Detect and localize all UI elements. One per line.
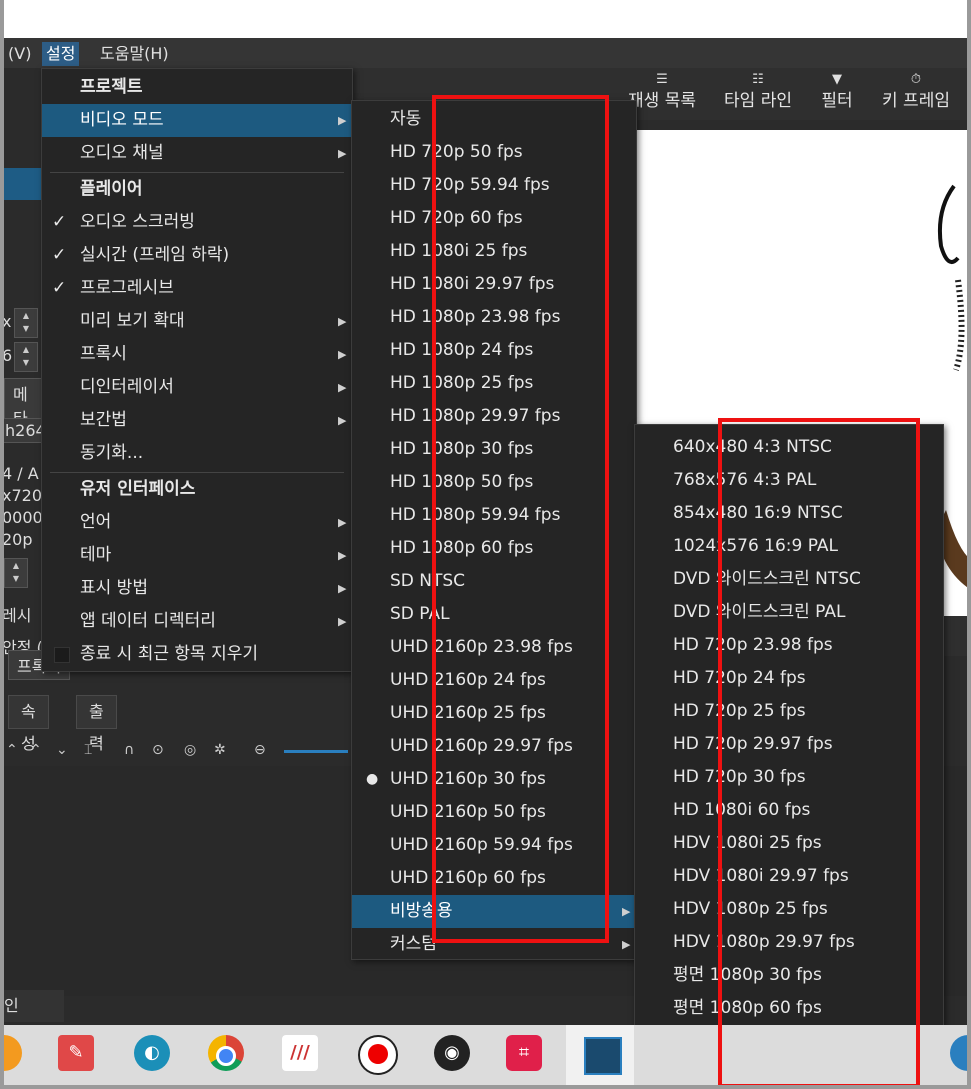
- annotation-box: [432, 95, 609, 943]
- menubar: (V) 설정 도움말(H): [0, 38, 971, 68]
- notes-app-icon[interactable]: ✎: [58, 1035, 94, 1071]
- chevron-down-icon[interactable]: ⌄: [56, 742, 68, 758]
- menu-item-realtime[interactable]: ✓ 실시간 (프레임 하락): [42, 239, 352, 272]
- ripple-icon[interactable]: ⊙: [152, 742, 164, 758]
- obs-icon[interactable]: ◉: [434, 1035, 470, 1071]
- menu-item-progressive[interactable]: ✓ 프로그레시브: [42, 272, 352, 305]
- list-icon: ☰: [656, 72, 668, 87]
- submenu-arrow-icon: ▶: [622, 938, 631, 951]
- annotation-box: [718, 418, 920, 1088]
- submenu-arrow-icon: ▶: [338, 315, 347, 328]
- menu-item-language[interactable]: 언어 ▶: [42, 506, 352, 539]
- menu-help[interactable]: 도움말(H): [96, 42, 173, 66]
- spin-stepper[interactable]: ▲ ▼: [14, 342, 38, 372]
- zoom-out-icon[interactable]: ⊖: [254, 742, 266, 758]
- magnet-icon[interactable]: ∩: [124, 742, 134, 758]
- selected-row[interactable]: [0, 168, 42, 200]
- submenu-arrow-icon: ▶: [338, 381, 347, 394]
- menu-settings[interactable]: 설정: [42, 42, 80, 66]
- tab-timeline[interactable]: 인: [0, 990, 64, 1022]
- submenu-arrow-icon: ▶: [338, 615, 347, 628]
- menu-section-player: 플레이어: [80, 179, 143, 199]
- radio-selected-icon: ●: [366, 771, 379, 787]
- codec-field[interactable]: h264: [0, 418, 46, 443]
- stopwatch-icon: ⏱: [910, 72, 922, 87]
- taskbar-active-app[interactable]: [566, 1025, 634, 1085]
- app-icon[interactable]: [950, 1035, 971, 1071]
- menu-item-clear-recent[interactable]: 종료 시 최근 항목 지우기: [42, 638, 352, 671]
- submenu-arrow-icon: ▶: [338, 582, 347, 595]
- menu-item-proxy[interactable]: 프록시 ▶: [42, 338, 352, 371]
- toolbar-timeline-button[interactable]: ☷ 타임 라인: [716, 68, 800, 120]
- submenu-arrow-icon: ▶: [338, 348, 347, 361]
- menu-section-ui: 유저 인터페이스: [80, 479, 196, 499]
- spin-stepper[interactable]: ▲ ▼: [14, 308, 38, 338]
- menu-section-project: 프로젝트: [80, 77, 143, 97]
- filter-icon: ▼: [832, 72, 842, 87]
- toolbar-keyframes-button[interactable]: ⏱ 키 프레임: [874, 68, 958, 120]
- settings-menu: 프로젝트 비디오 모드 ▶ 오디오 채널 ▶ 플레이어 ✓ 오디오 스크러빙 ✓ 실시간…: [41, 68, 353, 672]
- menu-item-preview-scaling[interactable]: 미리 보기 확대 ▶: [42, 305, 352, 338]
- submenu-arrow-icon: ▶: [622, 905, 631, 918]
- app-icon[interactable]: [0, 1035, 22, 1071]
- submenu-arrow-icon: ▶: [338, 414, 347, 427]
- submenu-arrow-icon: ▶: [338, 114, 347, 127]
- target-icon[interactable]: ◎: [184, 742, 196, 758]
- menu-item-audio-scrubbing[interactable]: ✓ 오디오 스크러빙: [42, 206, 352, 239]
- checkbox[interactable]: [54, 647, 70, 663]
- chevron-up-icon[interactable]: ⌃: [30, 742, 42, 758]
- zoom-slider[interactable]: [284, 750, 348, 753]
- menu-view[interactable]: (V): [4, 42, 35, 66]
- menu-item-video-mode[interactable]: 비디오 모드 ▶: [42, 104, 352, 137]
- editor-app-icon[interactable]: ///: [282, 1035, 318, 1071]
- record-icon[interactable]: [358, 1035, 398, 1075]
- submenu-arrow-icon: ▶: [338, 549, 347, 562]
- chevron-up-icon[interactable]: ⌃: [6, 742, 18, 758]
- tab-properties[interactable]: 속성: [8, 695, 49, 753]
- star-icon[interactable]: ✲: [214, 742, 226, 758]
- timeline-icon: ☷: [752, 72, 764, 87]
- chrome-icon[interactable]: [208, 1035, 244, 1071]
- submenu-arrow-icon: ▶: [338, 516, 347, 529]
- menu-item-deinterlacer[interactable]: 디인터레이서 ▶: [42, 371, 352, 404]
- spin-stepper[interactable]: ▲ ▼: [4, 558, 28, 588]
- shotcut-icon: [584, 1037, 622, 1075]
- toolbar-filter-button[interactable]: ▼ 필터: [812, 68, 862, 120]
- menu-item-sync[interactable]: 동기화...: [42, 437, 352, 470]
- menu-item-display-method[interactable]: 표시 방법 ▶: [42, 572, 352, 605]
- crop-app-icon[interactable]: ⌗: [506, 1035, 542, 1071]
- menu-item-audio-channels[interactable]: 오디오 채널 ▶: [42, 137, 352, 170]
- split-icon[interactable]: ⌶: [84, 742, 92, 758]
- submenu-arrow-icon: ▶: [338, 147, 347, 160]
- checkmark-icon: ✓: [52, 212, 67, 232]
- checkmark-icon: ✓: [52, 278, 67, 298]
- menu-item-interpolation[interactable]: 보간법 ▶: [42, 404, 352, 437]
- menu-item-theme[interactable]: 테마 ▶: [42, 539, 352, 572]
- menu-item-app-data-directory[interactable]: 앱 데이터 디렉터리 ▶: [42, 605, 352, 638]
- photo-app-icon[interactable]: ◐: [134, 1035, 170, 1071]
- tab-output[interactable]: 출력: [76, 695, 117, 753]
- checkmark-icon: ✓: [52, 245, 67, 265]
